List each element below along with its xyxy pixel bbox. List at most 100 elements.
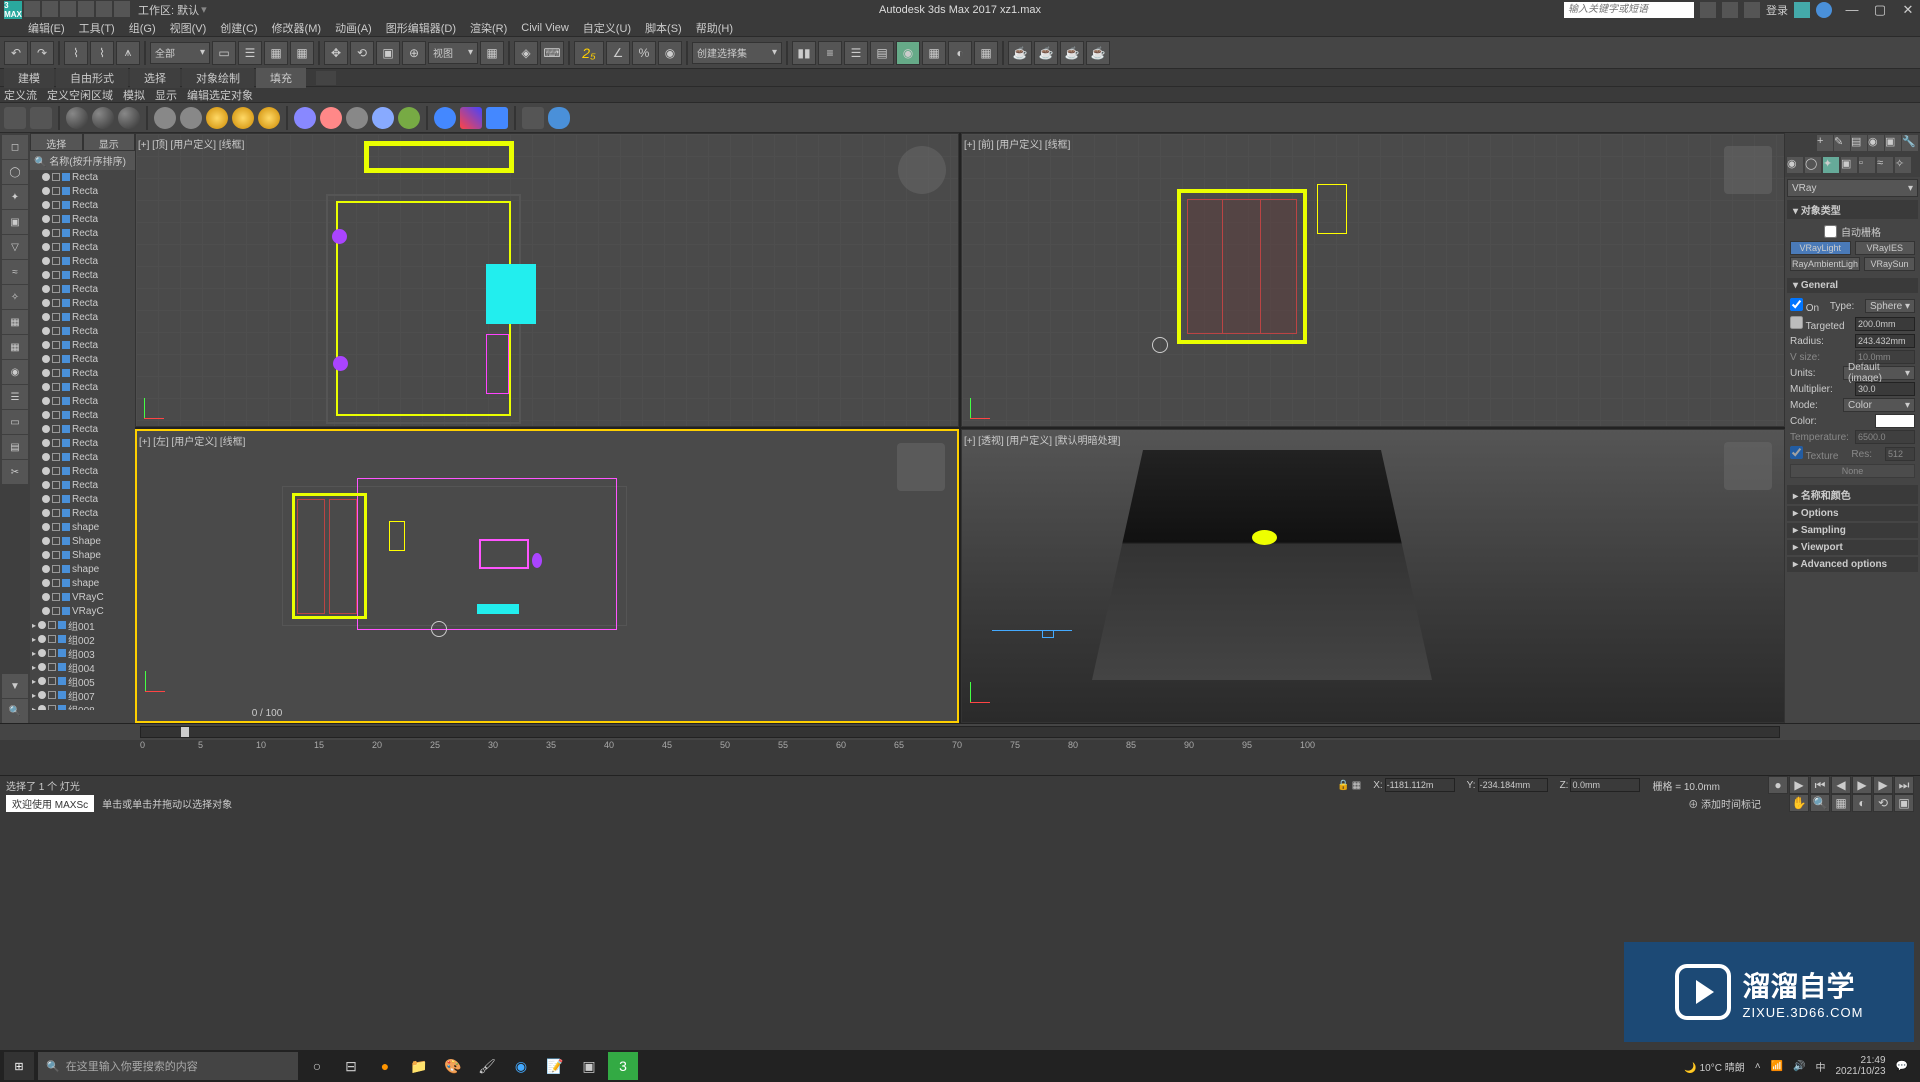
time-tag-button[interactable]: ⊕ 添加时间标记 bbox=[1688, 796, 1761, 811]
menu-create[interactable]: 创建(C) bbox=[220, 20, 257, 36]
clipboard-icon[interactable] bbox=[522, 107, 544, 129]
mode-dropdown[interactable]: Color▾ bbox=[1843, 398, 1915, 412]
utilities-panel-icon[interactable]: 🔧 bbox=[1902, 135, 1918, 151]
scene-item[interactable]: Recta bbox=[30, 492, 135, 506]
scene-item[interactable]: Recta bbox=[30, 450, 135, 464]
viewcube-icon[interactable] bbox=[897, 443, 945, 491]
manipulate-button[interactable]: ◈ bbox=[514, 41, 538, 65]
coord-z-input[interactable] bbox=[1570, 778, 1640, 792]
render-preview-button[interactable]: ☕ bbox=[1086, 41, 1110, 65]
filter-geom-icon[interactable]: ◻ bbox=[2, 135, 28, 159]
color-grid-icon[interactable] bbox=[460, 107, 482, 129]
scene-item[interactable]: VRayC bbox=[30, 590, 135, 604]
menu-graph[interactable]: 图形编辑器(D) bbox=[386, 20, 456, 36]
cameras-type-icon[interactable]: ▣ bbox=[1841, 157, 1857, 173]
filter-helper-icon[interactable]: ▽ bbox=[2, 235, 28, 259]
scene-item[interactable]: Recta bbox=[30, 184, 135, 198]
unlink-button[interactable]: ⌇ bbox=[90, 41, 114, 65]
scene-item[interactable]: Shape bbox=[30, 548, 135, 562]
exchange-icon[interactable] bbox=[1794, 2, 1810, 18]
menu-customize[interactable]: 自定义(U) bbox=[583, 20, 631, 36]
hierarchy-panel-icon[interactable]: ▤ bbox=[1851, 135, 1867, 151]
zoom-button[interactable]: 🔍 bbox=[1810, 794, 1830, 812]
on-checkbox[interactable] bbox=[1790, 298, 1803, 311]
select-name-button[interactable]: ☰ bbox=[238, 41, 262, 65]
rectangular-region-button[interactable]: ▦ bbox=[264, 41, 288, 65]
scene-item[interactable]: Recta bbox=[30, 240, 135, 254]
time-slider[interactable] bbox=[140, 726, 1780, 738]
render-setup-button[interactable]: ▦ bbox=[974, 41, 998, 65]
scene-item[interactable]: Recta bbox=[30, 506, 135, 520]
close-button[interactable]: ✕ bbox=[1900, 2, 1916, 18]
goto-end-button[interactable]: ⏭ bbox=[1894, 776, 1914, 794]
cam-icon[interactable] bbox=[346, 107, 368, 129]
prev-frame-button[interactable]: ◀ bbox=[1831, 776, 1851, 794]
scene-item[interactable]: Recta bbox=[30, 338, 135, 352]
vraylight-button[interactable]: VRayLight bbox=[1790, 241, 1851, 255]
qat-undo-icon[interactable] bbox=[78, 1, 94, 17]
menu-render[interactable]: 渲染(R) bbox=[470, 20, 507, 36]
scene-list[interactable]: RectaRectaRectaRectaRectaRectaRectaRecta… bbox=[30, 170, 135, 710]
clock-time[interactable]: 21:49 bbox=[1835, 1055, 1885, 1066]
filter-space-icon[interactable]: ≈ bbox=[2, 260, 28, 284]
ime-icon[interactable]: 中 bbox=[1815, 1059, 1825, 1074]
weather-widget[interactable]: 🌙 10°C 晴朗 bbox=[1684, 1059, 1744, 1074]
viewcube-icon[interactable] bbox=[1724, 442, 1772, 490]
modify-panel-icon[interactable]: ✎ bbox=[1834, 135, 1850, 151]
viewcube-icon[interactable] bbox=[898, 146, 946, 194]
menu-modifiers[interactable]: 修改器(M) bbox=[272, 20, 322, 36]
target-icon[interactable] bbox=[180, 107, 202, 129]
snap-2d-button[interactable]: 2₅ bbox=[574, 41, 604, 65]
scene-item[interactable]: Recta bbox=[30, 464, 135, 478]
filter-bone-icon[interactable]: ✧ bbox=[2, 285, 28, 309]
app3-icon[interactable]: ▣ bbox=[574, 1052, 604, 1080]
percent-snap-button[interactable]: % bbox=[632, 41, 656, 65]
viewport-top-label[interactable]: [+] [顶] [用户定义] [线框] bbox=[138, 136, 244, 151]
scene-item[interactable]: VRayC bbox=[30, 604, 135, 618]
align-button[interactable]: ≡ bbox=[818, 41, 842, 65]
start-button[interactable]: ⊞ bbox=[4, 1052, 34, 1080]
autokey-button[interactable]: ● bbox=[1768, 776, 1788, 794]
geometry-type-icon[interactable]: ◉ bbox=[1787, 157, 1803, 173]
play-button[interactable]: ▶ bbox=[1852, 776, 1872, 794]
scene-tab-select[interactable]: 选择 bbox=[30, 133, 83, 151]
qat-new-icon[interactable] bbox=[24, 1, 40, 17]
named-selection-dropdown[interactable]: 创建选择集▾ bbox=[692, 42, 782, 64]
move-button[interactable]: ✥ bbox=[324, 41, 348, 65]
spinner-snap-button[interactable]: ◉ bbox=[658, 41, 682, 65]
undo-button[interactable]: ↶ bbox=[4, 41, 28, 65]
selection-filter-dropdown[interactable]: 全部▾ bbox=[150, 42, 210, 64]
vraysun-button[interactable]: VRaySun bbox=[1864, 257, 1915, 271]
target-spot-icon[interactable] bbox=[294, 107, 316, 129]
menu-group[interactable]: 组(G) bbox=[129, 20, 156, 36]
scene-item[interactable]: ▸组005 bbox=[30, 674, 135, 688]
rollout-name-color[interactable]: 名称和颜色 bbox=[1787, 485, 1918, 504]
funnel-icon[interactable]: ▼ bbox=[2, 674, 28, 698]
edge-icon[interactable]: ◉ bbox=[506, 1052, 536, 1080]
material-sphere-icon[interactable] bbox=[434, 107, 456, 129]
filter-d-icon[interactable]: ▭ bbox=[2, 410, 28, 434]
maximize-vp-button[interactable]: ▣ bbox=[1894, 794, 1914, 812]
select-object-button[interactable]: ▭ bbox=[212, 41, 236, 65]
menu-civilview[interactable]: Civil View bbox=[521, 22, 568, 34]
rollout-object-type[interactable]: 对象类型 bbox=[1787, 200, 1918, 219]
curve-editor-button[interactable]: ◉ bbox=[896, 41, 920, 65]
subtab-simulate[interactable]: 模拟 bbox=[123, 87, 145, 103]
viewport-front-label[interactable]: [+] [前] [用户定义] [线框] bbox=[964, 136, 1070, 151]
workspace-dropdown-icon[interactable]: ▾ bbox=[201, 3, 207, 16]
targeted-input[interactable] bbox=[1855, 317, 1915, 331]
autogrid-checkbox[interactable] bbox=[1824, 225, 1837, 238]
scale-button[interactable]: ▣ bbox=[376, 41, 400, 65]
login-link[interactable]: 登录 bbox=[1766, 2, 1788, 18]
qat-open-icon[interactable] bbox=[42, 1, 58, 17]
zoom-ext-button[interactable]: ▦ bbox=[1831, 794, 1851, 812]
bind-button[interactable]: ⩚ bbox=[116, 41, 140, 65]
link-button[interactable]: ⌇ bbox=[64, 41, 88, 65]
menu-animation[interactable]: 动画(A) bbox=[335, 20, 372, 36]
search-scene-icon[interactable]: 🔍 bbox=[2, 699, 28, 723]
time-marker[interactable] bbox=[181, 727, 189, 737]
menu-tools[interactable]: 工具(T) bbox=[79, 20, 115, 36]
tray-chevron-icon[interactable]: ˄ bbox=[1755, 1061, 1761, 1072]
filter-shape-icon[interactable]: ◯ bbox=[2, 160, 28, 184]
tab-populate[interactable]: 填充 bbox=[256, 68, 306, 88]
